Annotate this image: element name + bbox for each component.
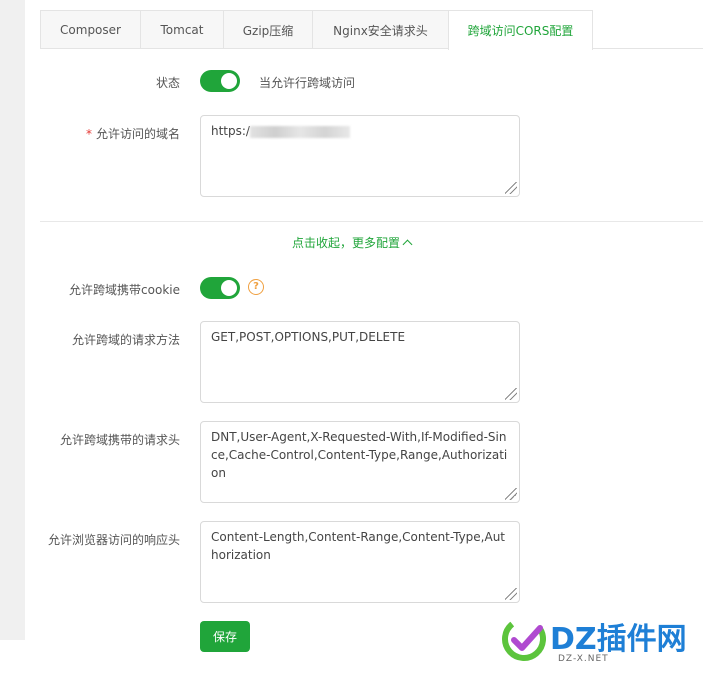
redacted-domain: [249, 125, 350, 138]
dz-logo-icon: [502, 617, 546, 661]
resize-handle-icon[interactable]: [505, 488, 517, 500]
methods-value: GET,POST,OPTIONS,PUT,DELETE: [211, 330, 406, 344]
expose-headers-label: 允许浏览器访问的响应头: [47, 533, 180, 547]
watermark: DZ插件网 DZ-X.NET: [500, 610, 700, 670]
cookie-label: 允许跨域携带cookie: [69, 283, 180, 297]
headers-textarea[interactable]: DNT,User-Agent,X-Requested-With,If-Modif…: [200, 421, 520, 503]
status-toggle[interactable]: [200, 70, 240, 92]
headers-value: DNT,User-Agent,X-Requested-With,If-Modif…: [211, 430, 508, 480]
status-label: 状态: [155, 76, 180, 90]
tab-cors-config[interactable]: 跨域访问CORS配置: [448, 10, 593, 50]
tab-bar: Composer Tomcat Gzip压缩 Nginx安全请求头 跨域访问CO…: [40, 10, 593, 50]
methods-textarea[interactable]: GET,POST,OPTIONS,PUT,DELETE: [200, 321, 520, 403]
cookie-toggle-knob: [221, 280, 237, 296]
tab-composer[interactable]: Composer: [40, 10, 141, 49]
domain-value: https:/: [211, 124, 250, 138]
headers-label: 允许跨域携带的请求头: [59, 433, 180, 447]
help-icon[interactable]: ?: [248, 279, 264, 295]
cookie-toggle[interactable]: [200, 277, 240, 299]
section-divider: [40, 221, 703, 222]
tab-bar-underline: [40, 48, 703, 49]
status-toggle-knob: [221, 73, 237, 89]
expose-headers-value: Content-Length,Content-Range,Content-Typ…: [211, 530, 506, 562]
collapse-more-config-link[interactable]: 点击收起，更多配置: [0, 234, 703, 251]
chevron-up-icon: [402, 239, 413, 250]
watermark-brand: DZ插件网: [550, 622, 687, 657]
watermark-sub: DZ-X.NET: [558, 654, 609, 664]
domain-textarea[interactable]: https:/: [200, 115, 520, 197]
domain-label-text: 允许访问的域名: [95, 127, 180, 141]
methods-label: 允许跨域的请求方法: [71, 333, 180, 347]
collapse-link-text: 点击收起，更多配置: [291, 236, 400, 250]
tab-gzip[interactable]: Gzip压缩: [223, 10, 313, 49]
tab-tomcat[interactable]: Tomcat: [140, 10, 224, 49]
cors-config-page: Composer Tomcat Gzip压缩 Nginx安全请求头 跨域访问CO…: [0, 0, 703, 679]
resize-handle-icon[interactable]: [505, 588, 517, 600]
tab-nginx-security-headers[interactable]: Nginx安全请求头: [312, 10, 449, 49]
expose-headers-textarea[interactable]: Content-Length,Content-Range,Content-Typ…: [200, 521, 520, 603]
resize-handle-icon[interactable]: [505, 182, 517, 194]
status-toggle-text: 当允许行跨域访问: [259, 76, 356, 90]
required-mark: *: [85, 127, 92, 141]
domain-label: * 允许访问的域名: [10, 125, 180, 142]
save-button[interactable]: 保存: [200, 621, 250, 652]
resize-handle-icon[interactable]: [505, 388, 517, 400]
